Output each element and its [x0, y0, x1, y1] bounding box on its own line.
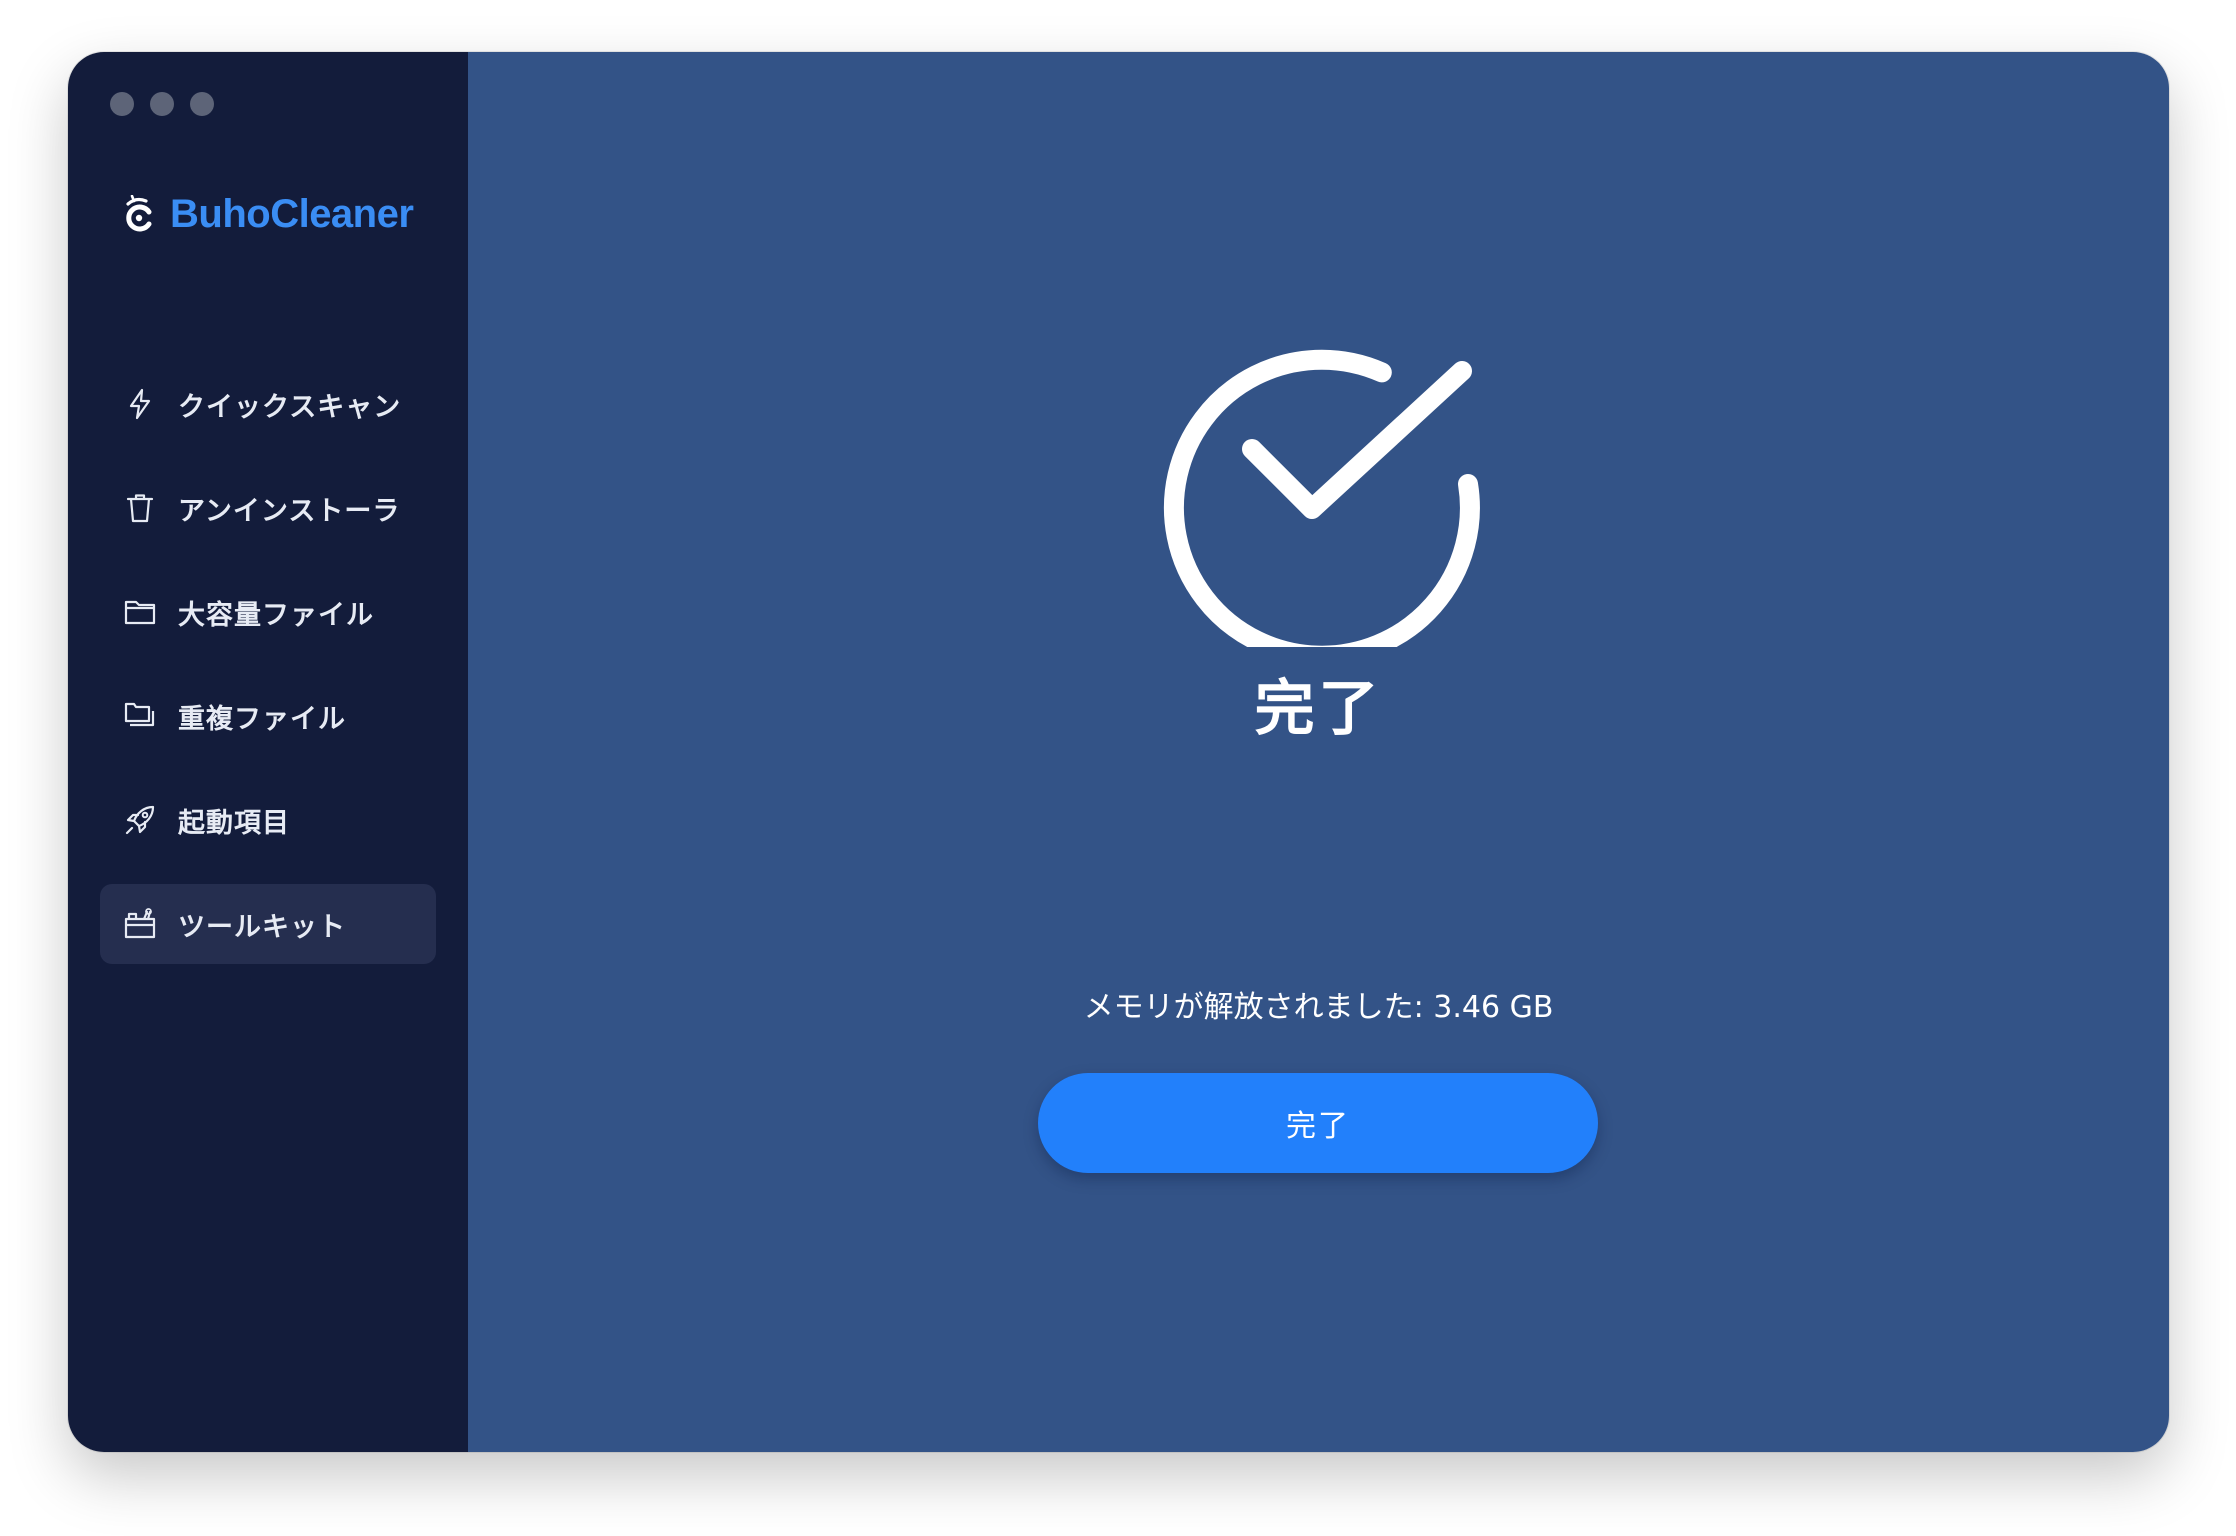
app-window: BuhoCleaner クイックスキャン アンインストーラ 大容量ファイル 重複…	[68, 52, 2169, 1452]
brand: BuhoCleaner	[122, 192, 414, 237]
toolkit-icon	[122, 906, 158, 942]
sidebar-item-large-files[interactable]: 大容量ファイル	[100, 572, 436, 652]
window-controls	[110, 92, 214, 116]
sidebar-item-toolkit[interactable]: ツールキット	[100, 884, 436, 964]
trash-icon	[122, 490, 158, 526]
sidebar-item-label: 大容量ファイル	[178, 599, 374, 631]
memory-freed-status: メモリが解放されました: 3.46 GB	[1083, 990, 1554, 1025]
check-circle-icon	[1163, 349, 1480, 647]
folder-icon	[122, 594, 158, 630]
buho-logo-icon	[126, 194, 152, 231]
completion-title: 完了	[1254, 674, 1383, 744]
sidebar-item-duplicate-files[interactable]: 重複ファイル	[100, 676, 436, 756]
sidebar: BuhoCleaner クイックスキャン アンインストーラ 大容量ファイル 重複…	[68, 52, 468, 1452]
main-content: 完了 メモリが解放されました: 3.46 GB 完了	[468, 52, 2169, 1452]
sidebar-item-uninstaller[interactable]: アンインストーラ	[100, 468, 436, 548]
sidebar-item-label: アンインストーラ	[178, 495, 401, 527]
sidebar-item-startup-items[interactable]: 起動項目	[100, 780, 436, 860]
done-button[interactable]: 完了	[1038, 1073, 1598, 1173]
sidebar-nav: クイックスキャン アンインストーラ 大容量ファイル 重複ファイル 起動項目 ツー…	[100, 364, 436, 988]
rocket-icon	[122, 802, 158, 838]
minimize-window-button[interactable]	[150, 92, 174, 116]
sidebar-item-quick-scan[interactable]: クイックスキャン	[100, 364, 436, 444]
sidebar-item-label: 重複ファイル	[178, 703, 346, 735]
sidebar-item-label: ツールキット	[178, 911, 346, 943]
sidebar-item-label: 起動項目	[178, 807, 290, 839]
bolt-icon	[122, 386, 158, 422]
sidebar-item-label: クイックスキャン	[178, 391, 402, 423]
duplicate-folder-icon	[122, 698, 158, 734]
zoom-window-button[interactable]	[190, 92, 214, 116]
close-window-button[interactable]	[110, 92, 134, 116]
app-name: BuhoCleaner	[170, 192, 414, 236]
